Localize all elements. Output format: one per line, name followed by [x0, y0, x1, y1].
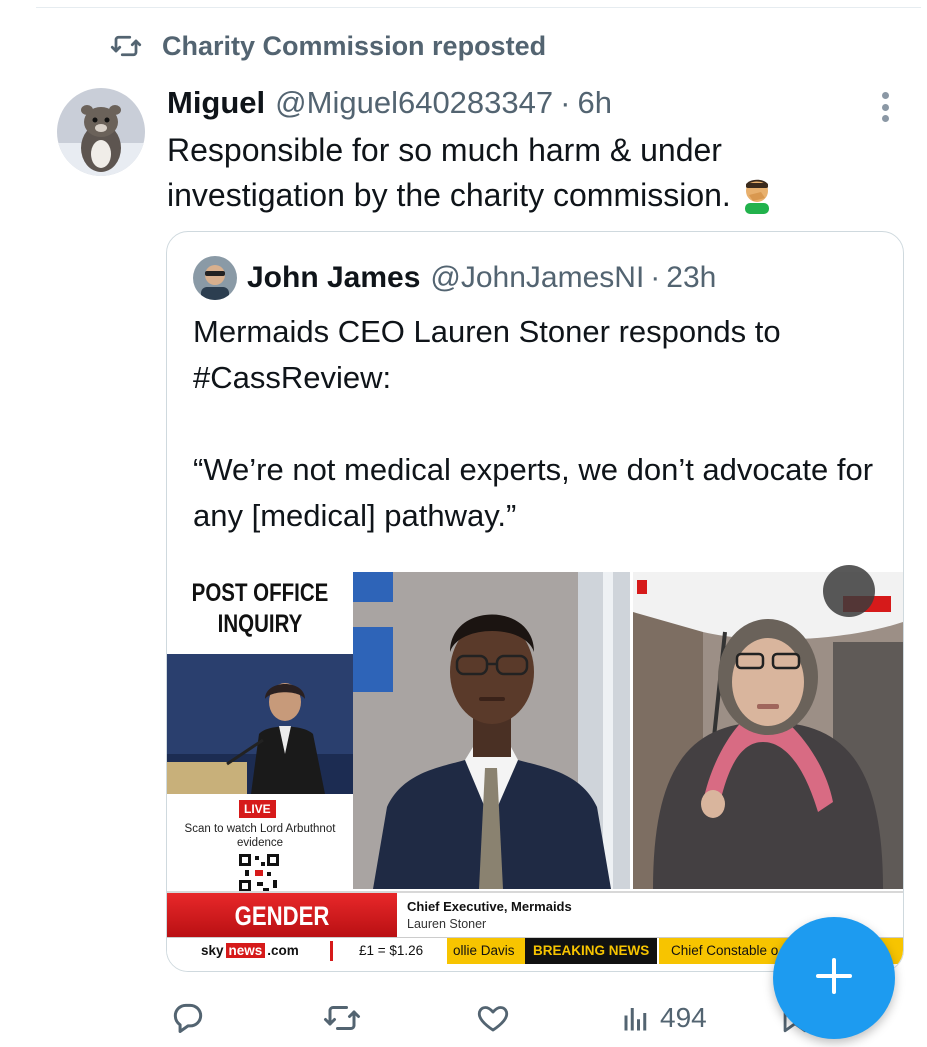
repost-button[interactable]	[322, 998, 362, 1038]
plus-icon	[814, 956, 854, 1000]
scan-text: Scan to watch Lord Arbuthnot evidence	[184, 823, 336, 849]
interviewee-video	[633, 572, 903, 889]
logo-com: .com	[267, 943, 299, 958]
quote-author-handle[interactable]: @JohnJamesNI	[430, 261, 644, 295]
man-facepalming-emoji	[739, 176, 775, 214]
video-control-button[interactable]	[823, 565, 875, 617]
exchange-rate: £1 = $1.26	[359, 943, 424, 958]
avatar[interactable]	[57, 88, 145, 176]
author-handle[interactable]: @Miguel640283347	[275, 85, 553, 121]
repost-icon	[108, 28, 144, 64]
reply-button[interactable]	[169, 998, 207, 1038]
logo-news: news	[225, 943, 266, 958]
lower-third-name: Lauren Stoner	[407, 917, 487, 931]
side-panel: POST OFFICE INQUIRY LIVE Scan to watch L…	[167, 572, 353, 894]
logo-sky: sky	[201, 943, 224, 958]
reply-icon	[169, 999, 207, 1037]
quote-time[interactable]: 23h	[666, 261, 716, 295]
quote-author-name[interactable]: John James	[247, 261, 420, 295]
views-button[interactable]: 494	[622, 998, 707, 1038]
repost-label: Charity Commission reposted	[162, 30, 547, 61]
top-divider	[36, 7, 921, 8]
lower-third-banner: GENDER SERVICES	[167, 893, 397, 971]
sky-news-logo: sky news .com	[201, 938, 299, 964]
breaking-news-label: BREAKING NEWS	[525, 938, 658, 964]
views-count: 494	[660, 1002, 707, 1033]
quoted-post[interactable]: John James @JohnJamesNI · 23h Mermaids C…	[166, 231, 904, 972]
post-text: Responsible for so much harm & under inv…	[167, 128, 887, 218]
separator: ·	[650, 261, 661, 294]
compose-button[interactable]	[773, 917, 895, 1039]
separator: ·	[560, 85, 571, 120]
quote-text-line1: Mermaids CEO Lauren Stoner responds to #…	[193, 314, 781, 395]
quote-avatar[interactable]	[193, 256, 237, 300]
live-badge: LIVE	[239, 800, 276, 818]
ticker-divider	[330, 941, 333, 961]
post-time[interactable]: 6h	[577, 85, 611, 121]
repost-context[interactable]: Charity Commission reposted	[108, 26, 546, 66]
quote-header: John James @JohnJamesNI · 23h	[193, 256, 716, 300]
presenter-video	[353, 572, 630, 889]
video-media[interactable]: POST OFFICE INQUIRY LIVE Scan to watch L…	[167, 557, 903, 971]
post-text-content: Responsible for so much harm & under inv…	[167, 132, 731, 213]
more-options-icon[interactable]	[870, 92, 900, 122]
quote-text: Mermaids CEO Lauren Stoner responds to #…	[193, 309, 883, 539]
inquiry-photo	[167, 654, 353, 794]
ticker-names: ollie Davis	[447, 938, 533, 964]
author-name[interactable]: Miguel	[167, 85, 265, 121]
heart-icon	[474, 1000, 512, 1036]
lower-third-role: Chief Executive, Mermaids	[407, 899, 572, 914]
repost-icon	[322, 1000, 362, 1036]
views-icon	[622, 1003, 652, 1033]
like-button[interactable]	[474, 998, 512, 1038]
quote-text-line2: “We’re not medical experts, we don’t adv…	[193, 452, 874, 533]
side-panel-title: POST OFFICE INQUIRY	[191, 579, 329, 638]
qr-code	[237, 852, 281, 894]
post-header: Miguel @Miguel640283347 · 6h	[167, 80, 612, 126]
